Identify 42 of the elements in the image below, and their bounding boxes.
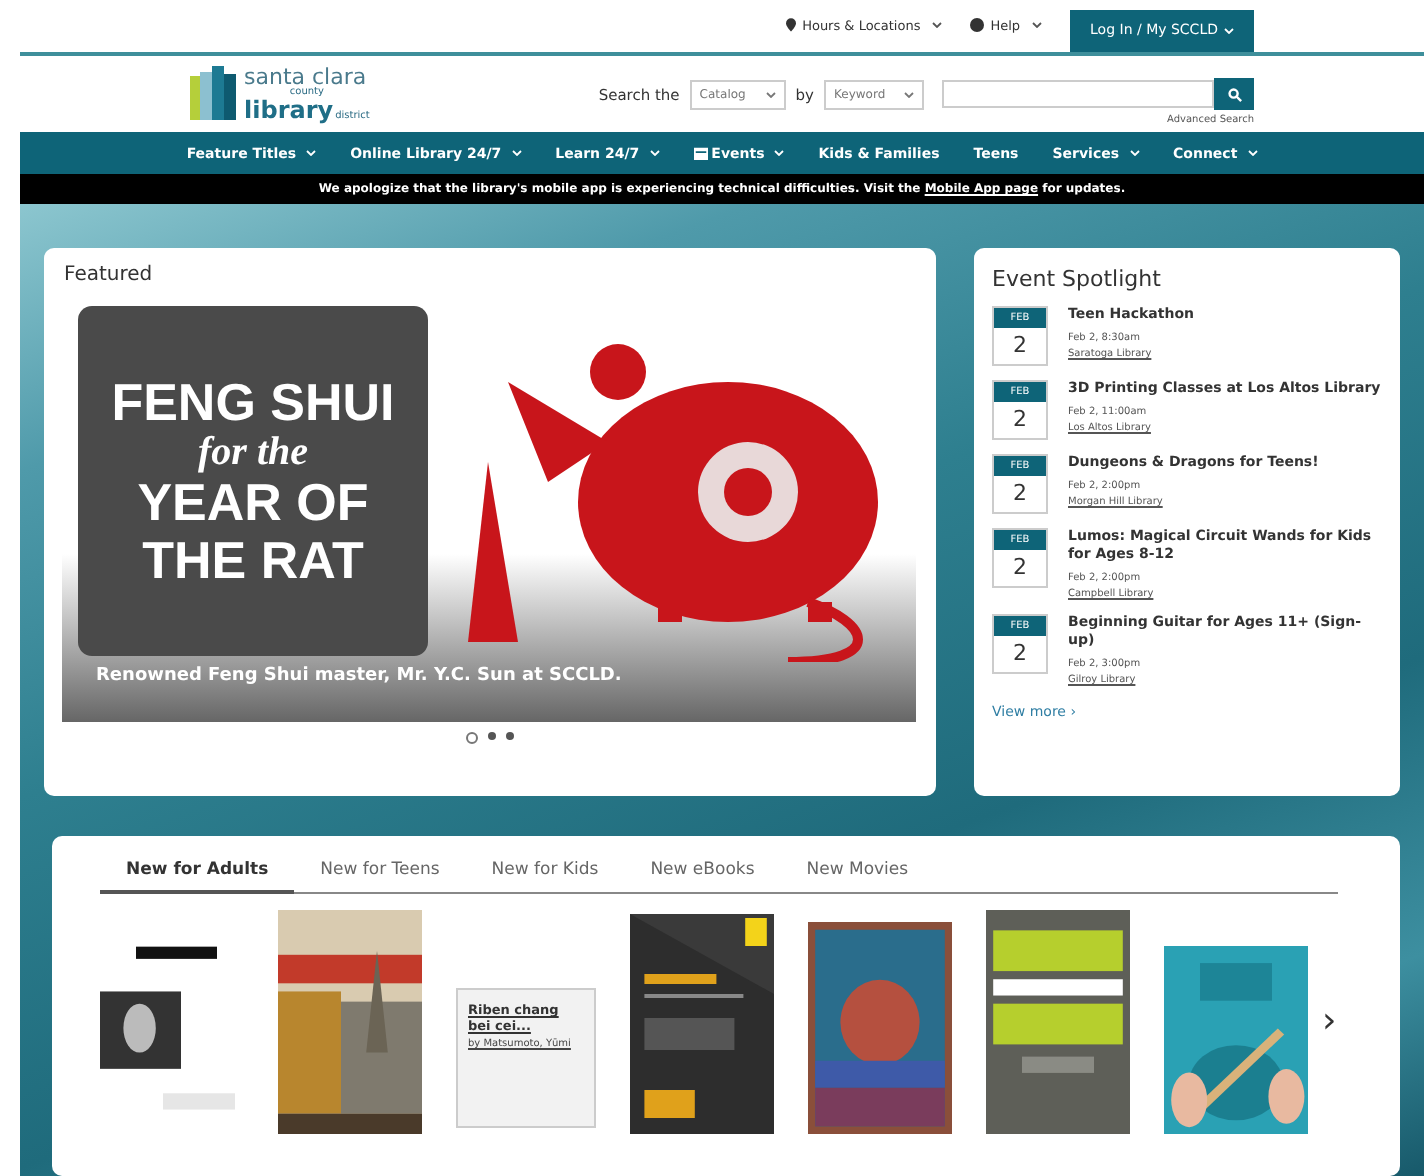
card-title: Event Spotlight [992,265,1163,292]
search-field[interactable] [942,80,1214,109]
date-day: 2 [1013,479,1027,506]
tab[interactable]: New for Kids [465,851,625,892]
logo-icon [190,66,238,123]
caret-icon [904,91,914,98]
help-icon [970,18,985,33]
logo-text: library [244,98,334,123]
caret-icon [765,91,776,98]
search-button[interactable] [1214,78,1254,111]
caret-icon [511,150,522,157]
tab[interactable]: New Movies [780,851,935,892]
tab[interactable]: New eBooks [624,851,781,892]
caret-icon [1247,150,1258,157]
caret-icon [306,150,317,157]
banner-heading: YEAR OF [137,474,369,532]
tab[interactable]: New for Adults [100,851,295,894]
featured-banner[interactable]: FENG SHUI for the YEAR OF THE RAT Renowned Feng Shui master, Mr. Y.C. Sun at SCCLD. [62,301,916,722]
caret-icon [649,150,660,157]
calendar-icon [693,146,708,161]
tab[interactable]: New for Teens [294,851,466,892]
banner-heading: FENG SHUI [111,373,395,431]
logo-text: santa clara [244,66,369,89]
search-icon [1227,87,1241,102]
slide-dot[interactable] [506,731,514,740]
date-day: 2 [1013,405,1027,432]
banner-heading: THE RAT [142,531,364,589]
location-pin-icon [786,18,797,33]
date-day: 2 [1013,553,1027,580]
date-day: 2 [1013,331,1027,358]
next-arrow[interactable]: › [1322,1000,1337,1043]
banner-heading: for the [198,430,308,475]
card-title: Featured [64,263,155,286]
caret-icon [1129,150,1140,157]
caret-icon [932,22,943,29]
caret-icon [774,150,785,157]
caret-icon [1032,22,1043,29]
slide-dot[interactable] [466,731,478,744]
slide-dot[interactable] [488,731,496,740]
caret-icon [1224,28,1234,35]
date-day: 2 [1013,640,1027,667]
banner-caption: Renowned Feng Shui master, Mr. Y.C. Sun at SCCLD. [96,665,622,686]
